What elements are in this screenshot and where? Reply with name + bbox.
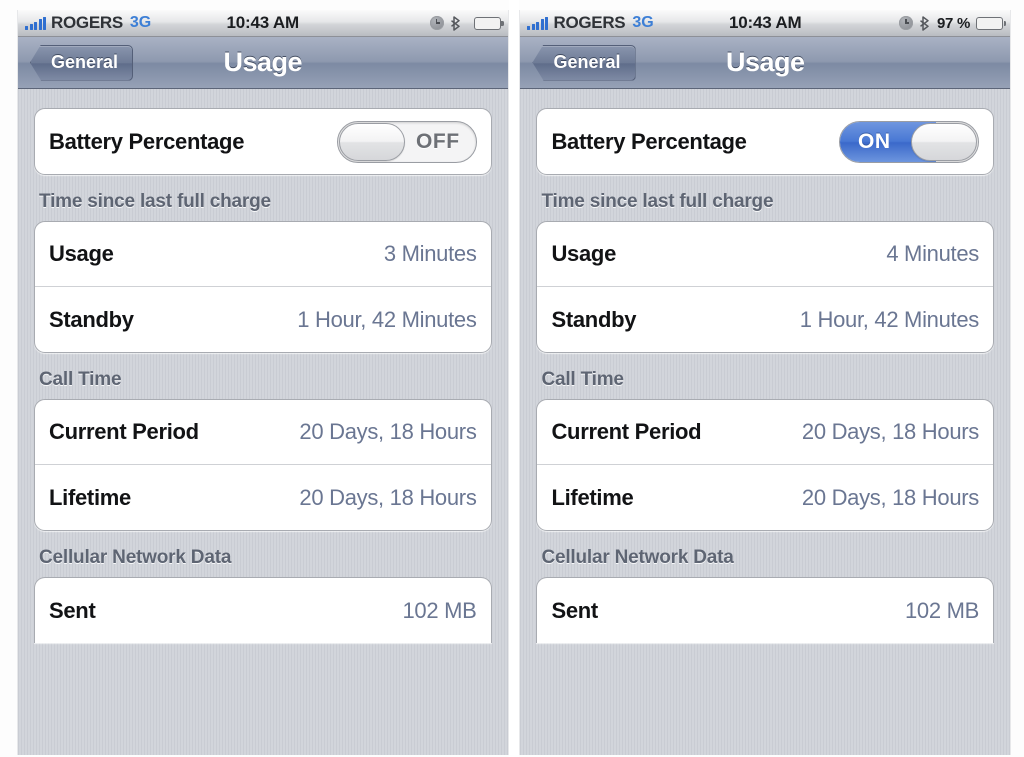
row-value: 20 Days, 18 Hours [801,484,979,510]
row-value: 3 Minutes [383,241,477,266]
alarm-clock-icon [899,16,913,30]
carrier-label: ROGERS [553,13,626,32]
back-button-label: General [553,52,621,72]
row-label: Battery Percentage [551,128,747,154]
toggle-state-label: OFF [416,129,460,153]
battery-percentage-toggle[interactable]: ON [839,120,979,163]
section-header-cellular-network-data: Cellular Network Data [541,547,734,568]
row-value: 20 Days, 18 Hours [801,419,979,444]
row-label: Lifetime [551,484,634,510]
battery-icon [976,16,1006,30]
row-current-period[interactable]: Current Period 20 Days, 18 Hours [35,400,491,465]
toggle-knob [338,122,405,161]
row-battery-percentage[interactable]: Battery Percentage OFF [35,109,491,174]
row-value: 20 Days, 18 Hours [299,419,477,444]
panel-divider [508,0,520,757]
status-bar-left: ROGERS 3G [25,13,151,33]
row-label: Lifetime [49,484,131,510]
row-battery-percentage[interactable]: Battery Percentage ON [537,109,993,174]
row-value: 20 Days, 18 Hours [299,484,477,510]
battery-percentage-card: Battery Percentage ON [536,108,994,175]
carrier-label: ROGERS [51,13,123,32]
section-header-time-since-charge: Time since last full charge [541,191,774,212]
phone-screenshot-left: ROGERS 3G 10:43 AM General Usage Battery… [17,10,509,755]
section-header-time-since-charge: Time since last full charge [39,191,271,212]
signal-bars-icon [25,16,46,30]
network-type-label: 3G [129,14,152,31]
row-value: 102 MB [904,597,979,623]
navigation-bar: General Usage [520,37,1010,89]
row-label: Standby [551,306,637,332]
time-since-charge-card: Usage 4 Minutes Standby 1 Hour, 42 Minut… [536,221,994,353]
row-current-period[interactable]: Current Period 20 Days, 18 Hours [537,400,993,465]
row-label: Standby [49,306,134,332]
time-since-charge-card: Usage 3 Minutes Standby 1 Hour, 42 Minut… [34,221,492,353]
section-header-call-time: Call Time [541,369,624,390]
row-label: Sent [551,597,598,623]
back-button-general[interactable]: General [30,44,134,81]
row-label: Battery Percentage [49,128,245,154]
row-label: Usage [49,241,114,266]
section-header-call-time: Call Time [39,369,122,390]
row-value: 1 Hour, 42 Minutes [799,306,980,332]
row-standby[interactable]: Standby 1 Hour, 42 Minutes [35,287,491,352]
status-bar: ROGERS 3G 10:43 AM [18,10,508,37]
status-bar-right: 97 % [899,14,1006,32]
alarm-clock-icon [429,16,444,30]
row-lifetime[interactable]: Lifetime 20 Days, 18 Hours [537,465,993,530]
cellular-network-data-card: Sent 102 MB [34,577,492,643]
status-bar-left: ROGERS 3G [527,13,654,33]
back-button-label: General [51,52,119,72]
row-lifetime[interactable]: Lifetime 20 Days, 18 Hours [35,465,491,530]
status-bar-right [429,15,504,31]
phone-screenshot-right: ROGERS 3G 10:43 AM 97 % General Usage Ba… [519,10,1011,755]
battery-percentage-card: Battery Percentage OFF [34,108,492,175]
battery-percentage-toggle[interactable]: OFF [336,120,477,163]
row-label: Current Period [49,419,199,444]
row-usage[interactable]: Usage 3 Minutes [35,222,491,287]
call-time-card: Current Period 20 Days, 18 Hours Lifetim… [34,399,492,531]
cellular-network-data-card: Sent 102 MB [536,577,994,643]
signal-bars-icon [527,16,549,30]
section-header-cellular-network-data: Cellular Network Data [39,547,232,568]
network-type-label: 3G [632,14,654,31]
row-sent[interactable]: Sent 102 MB [35,578,491,643]
settings-content: Battery Percentage OFF Time since last f… [18,108,508,643]
bluetooth-icon [450,15,462,31]
status-bar: ROGERS 3G 10:43 AM 97 % [520,10,1010,37]
row-standby[interactable]: Standby 1 Hour, 42 Minutes [537,287,993,352]
row-usage[interactable]: Usage 4 Minutes [537,222,993,287]
battery-icon [473,16,504,30]
row-value: 102 MB [402,597,477,623]
row-sent[interactable]: Sent 102 MB [537,578,993,643]
row-label: Sent [49,597,96,623]
row-value: 4 Minutes [886,241,979,266]
bluetooth-icon [919,15,931,31]
row-label: Usage [551,241,617,266]
call-time-card: Current Period 20 Days, 18 Hours Lifetim… [536,399,994,531]
row-label: Current Period [551,419,702,444]
settings-content: Battery Percentage ON Time since last fu… [520,108,1010,643]
toggle-knob [911,122,977,161]
navigation-bar: General Usage [18,37,508,89]
battery-percent-label: 97 % [937,14,970,32]
back-button-general[interactable]: General [532,44,636,81]
dual-screenshot-stage: ROGERS 3G 10:43 AM General Usage Battery… [0,0,1024,757]
toggle-state-label: ON [858,129,891,153]
row-value: 1 Hour, 42 Minutes [297,306,477,332]
